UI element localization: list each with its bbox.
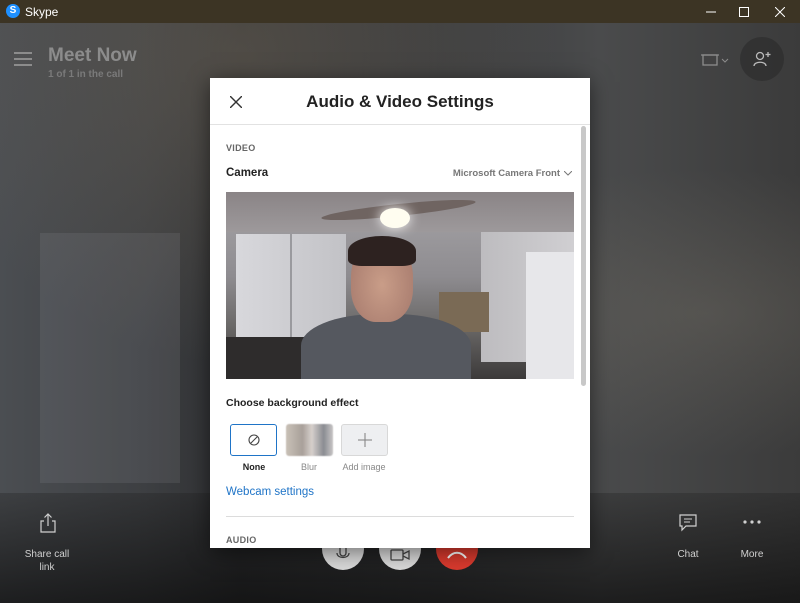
effect-add-image-label: Add image <box>342 462 386 472</box>
background-effect-heading: Choose background effect <box>226 397 359 409</box>
chevron-down-icon <box>564 171 572 176</box>
hamburger-line <box>14 64 32 66</box>
preview-person-hair <box>348 236 416 266</box>
audio-section-heading: AUDIO <box>226 535 257 545</box>
window-title: Skype <box>25 5 59 19</box>
effect-none-label: None <box>242 462 266 472</box>
video-section-heading: VIDEO <box>226 143 256 153</box>
preview-fridge <box>526 252 574 379</box>
preview-light <box>380 208 410 228</box>
section-divider <box>226 516 574 517</box>
share-call-link-button[interactable] <box>36 511 60 535</box>
plus-icon <box>357 433 372 447</box>
no-effect-icon <box>247 434 260 446</box>
camera-dropdown-value: Microsoft Camera Front <box>452 168 560 179</box>
effect-blur-label: Blur <box>300 462 317 472</box>
more-label: More <box>740 549 764 560</box>
share-icon <box>40 513 56 533</box>
chat-label: Chat <box>677 549 699 560</box>
audio-video-settings-dialog: Audio & Video Settings VIDEO Camera Micr… <box>210 78 590 548</box>
camera-preview <box>226 192 574 379</box>
title-bar: S Skype <box>0 0 800 23</box>
call-title: Meet Now <box>48 45 137 66</box>
call-participant-count: 1 of 1 in the call <box>48 69 124 80</box>
more-dots-icon <box>743 520 761 524</box>
close-window-button[interactable] <box>763 0 797 23</box>
hamburger-line <box>14 58 32 60</box>
webcam-settings-link[interactable]: Webcam settings <box>226 486 314 498</box>
skype-logo-icon: S <box>6 4 20 18</box>
camera-label: Camera <box>226 167 269 179</box>
hang-up-icon <box>447 551 467 559</box>
maximize-icon <box>739 6 749 17</box>
add-person-icon <box>753 51 771 67</box>
dialog-header: Audio & Video Settings <box>210 78 590 125</box>
switch-layout-icon <box>701 54 729 66</box>
minimize-button[interactable] <box>694 0 728 23</box>
share-call-link-label: Share call link <box>24 549 70 573</box>
more-button[interactable] <box>740 512 764 532</box>
chat-icon <box>679 514 697 532</box>
preview-person-body <box>301 314 471 379</box>
maximize-button[interactable] <box>727 0 761 23</box>
menu-button[interactable] <box>14 52 32 66</box>
hamburger-icon <box>14 52 32 54</box>
effect-none-option[interactable] <box>230 424 277 456</box>
close-icon <box>775 6 785 17</box>
layout-button[interactable] <box>698 50 730 70</box>
add-participant-button[interactable] <box>740 37 784 81</box>
video-camera-icon <box>390 549 410 561</box>
chat-button[interactable] <box>676 511 700 535</box>
effect-add-image-option[interactable] <box>341 424 388 456</box>
background-door <box>40 233 180 483</box>
minimize-icon <box>706 11 716 12</box>
camera-dropdown[interactable]: Microsoft Camera Front <box>453 168 572 179</box>
dialog-title: Audio & Video Settings <box>306 92 494 111</box>
dialog-scrollbar[interactable] <box>581 126 586 386</box>
effect-blur-option[interactable] <box>286 424 333 456</box>
